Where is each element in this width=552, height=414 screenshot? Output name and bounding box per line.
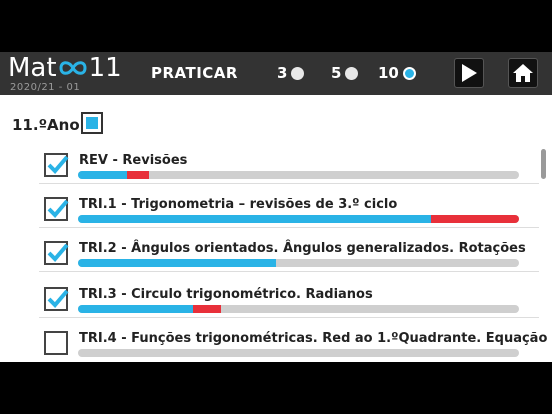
- play-icon: [462, 64, 477, 82]
- progress-wrong: [192, 305, 222, 313]
- option-3[interactable]: 3: [277, 62, 305, 84]
- progress-bar: [78, 259, 519, 267]
- logo-suffix: 11: [88, 53, 122, 83]
- progress-wrong: [126, 171, 149, 179]
- topic-title: TRI.2 - Ângulos orientados. Ângulos gene…: [79, 241, 526, 256]
- topic-row[interactable]: TRI.1 - Trigonometria – revisões de 3.º …: [0, 191, 540, 235]
- option-label: 3: [277, 64, 288, 82]
- app-logo: Mat 11: [8, 53, 122, 83]
- progress-wrong: [430, 215, 519, 223]
- progress-bar: [78, 171, 519, 179]
- topic-title: TRI.1 - Trigonometria – revisões de 3.º …: [79, 197, 398, 212]
- row-divider: [39, 183, 539, 184]
- progress-bar: [78, 305, 519, 313]
- scrollbar-thumb[interactable]: [541, 149, 546, 179]
- year-label: 11.ºAno: [12, 116, 80, 134]
- bottom-bar: [0, 362, 552, 414]
- progress-correct: [78, 171, 127, 179]
- progress-bar: [78, 215, 519, 223]
- topic-title: TRI.4 - Funções trigonométricas. Red ao …: [79, 331, 548, 346]
- home-button[interactable]: [508, 58, 538, 88]
- row-divider: [39, 271, 539, 272]
- year-checkbox[interactable]: [81, 112, 103, 134]
- progress-correct: [78, 305, 193, 313]
- checkmark-icon: [47, 243, 69, 262]
- progress-correct: [78, 215, 431, 223]
- top-bar: [0, 0, 552, 52]
- progress-correct: [78, 259, 277, 267]
- praticar-label: PRATICAR: [151, 64, 238, 82]
- home-icon: [513, 64, 533, 82]
- play-button[interactable]: [454, 58, 484, 88]
- option-10[interactable]: 10: [378, 62, 416, 84]
- partial-check-icon: [86, 117, 98, 129]
- logo-prefix: Mat: [8, 53, 57, 83]
- option-label: 10: [378, 64, 399, 82]
- option-label: 5: [331, 64, 342, 82]
- topic-checkbox[interactable]: [44, 241, 69, 265]
- row-divider: [39, 317, 539, 318]
- radio-dot-icon: [291, 66, 305, 80]
- topic-title: TRI.3 - Circulo trigonométrico. Radianos: [79, 287, 373, 302]
- row-divider: [39, 227, 539, 228]
- checkmark-icon: [47, 199, 69, 218]
- radio-dot-icon: [345, 66, 359, 80]
- topic-title: REV - Revisões: [79, 153, 188, 168]
- topic-checkbox[interactable]: [44, 287, 69, 311]
- option-5[interactable]: 5: [331, 62, 359, 84]
- progress-bar: [78, 349, 519, 357]
- topic-checkbox[interactable]: [44, 153, 69, 177]
- topic-checkbox[interactable]: [44, 331, 68, 355]
- version-label: 2020/21 - 01: [10, 82, 81, 93]
- topic-row[interactable]: TRI.2 - Ângulos orientados. Ângulos gene…: [0, 235, 540, 279]
- topic-row[interactable]: TRI.4 - Funções trigonométricas. Red ao …: [0, 325, 547, 362]
- checkmark-icon: [47, 155, 69, 174]
- topic-checkbox[interactable]: [44, 197, 69, 221]
- checkmark-icon: [47, 289, 69, 308]
- topic-row[interactable]: TRI.3 - Circulo trigonométrico. Radianos: [0, 281, 540, 325]
- radio-dot-selected-icon: [402, 66, 416, 80]
- infinity-icon: [59, 61, 87, 75]
- topic-row[interactable]: REV - Revisões: [0, 147, 540, 191]
- topic-list[interactable]: 11.ºAno REV - Revisões TRI.1 - Trigonome…: [0, 95, 552, 362]
